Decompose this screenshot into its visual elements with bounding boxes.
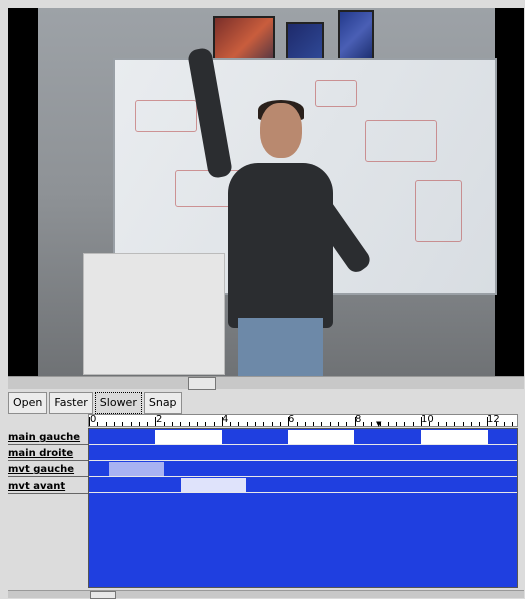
ruler-tick — [463, 422, 464, 426]
video-position-slider[interactable] — [8, 376, 524, 390]
ruler-tick — [355, 417, 356, 426]
timeline-scrollbar-thumb[interactable] — [90, 591, 116, 599]
segment-gap[interactable] — [155, 430, 222, 444]
ruler-tick — [272, 422, 273, 426]
toolbar: Open Faster Slower Snap — [8, 392, 182, 414]
track-row-mvt-avant[interactable] — [89, 477, 517, 493]
ruler-tick — [487, 417, 488, 426]
time-ruler[interactable]: 0 2 4 6 8 10 12 ▼ — [88, 414, 518, 428]
ruler-tick — [288, 417, 289, 426]
ruler-tick — [421, 417, 422, 426]
ruler-tick — [321, 422, 322, 426]
right-edge — [520, 414, 525, 590]
ruler-label-2: 2 — [156, 414, 163, 425]
ruler-tick — [164, 422, 165, 426]
ruler-tick — [438, 422, 439, 426]
video-slider-thumb[interactable] — [188, 377, 216, 390]
ruler-tick — [338, 422, 339, 426]
ruler-tick — [496, 422, 497, 426]
ruler-tick — [313, 422, 314, 426]
ruler-tick — [230, 422, 231, 426]
ruler-tick — [388, 422, 389, 426]
segment-gap[interactable] — [288, 430, 354, 444]
ruler-tick — [504, 422, 505, 426]
cabinet — [83, 253, 225, 375]
ruler-tick — [97, 422, 98, 426]
ruler-tick — [305, 422, 306, 426]
ruler-tick — [454, 422, 455, 426]
ruler-tick — [255, 422, 256, 426]
ruler-tick — [106, 422, 107, 426]
ruler-tick — [363, 422, 364, 426]
ruler-tick — [396, 422, 397, 426]
ruler-tick — [413, 422, 414, 426]
segment-highlight[interactable] — [109, 462, 164, 476]
ruler-tick — [222, 417, 223, 426]
ruler-tick — [263, 422, 264, 426]
ruler-tick — [446, 422, 447, 426]
ruler-label-12: 12 — [487, 414, 500, 425]
slower-button[interactable]: Slower — [94, 392, 142, 414]
ruler-tick — [89, 417, 90, 426]
ruler-tick — [512, 422, 513, 426]
ruler-tick — [479, 422, 480, 426]
ruler-tick — [180, 422, 181, 426]
ruler-tick — [155, 417, 156, 426]
ruler-tick — [404, 422, 405, 426]
person-head — [260, 103, 302, 158]
person-jeans — [238, 318, 323, 376]
person-torso — [228, 163, 333, 328]
ruler-label-0: 0 — [90, 414, 97, 425]
faster-button[interactable]: Faster — [49, 392, 93, 414]
ruler-tick — [147, 422, 148, 426]
snap-button[interactable]: Snap — [143, 392, 182, 414]
segment-highlight[interactable] — [181, 478, 246, 492]
annotation-tracks[interactable] — [88, 428, 518, 588]
ruler-label-10: 10 — [421, 414, 434, 425]
ruler-tick — [189, 422, 190, 426]
ruler-tick — [380, 422, 381, 426]
track-row-mvt-gauche[interactable] — [89, 461, 517, 477]
ruler-tick — [346, 422, 347, 426]
track-row-main-droite[interactable] — [89, 445, 517, 461]
wall-picture-3 — [338, 10, 374, 62]
annotation-app: Open Faster Slower Snap 0 2 4 6 8 10 12 … — [0, 0, 525, 599]
video-player[interactable] — [8, 8, 524, 376]
ruler-tick — [330, 422, 331, 426]
ruler-tick — [139, 422, 140, 426]
track-row-main-gauche[interactable] — [89, 429, 517, 445]
ruler-tick — [122, 422, 123, 426]
ruler-tick — [280, 422, 281, 426]
ruler-tick — [131, 422, 132, 426]
track-label-main-droite: main droite — [8, 448, 74, 459]
ruler-tick — [214, 422, 215, 426]
segment-gap[interactable] — [421, 430, 488, 444]
track-label-mvt-avant: mvt avant — [8, 481, 66, 492]
ruler-tick — [238, 422, 239, 426]
ruler-tick — [429, 422, 430, 426]
track-label-main-gauche: main gauche — [8, 432, 81, 443]
ruler-tick — [471, 422, 472, 426]
video-frame — [38, 8, 497, 376]
ruler-tick — [247, 422, 248, 426]
track-label-mvt-gauche: mvt gauche — [8, 464, 75, 475]
ruler-tick — [172, 422, 173, 426]
ruler-tick — [114, 422, 115, 426]
ruler-tick — [297, 422, 298, 426]
open-button[interactable]: Open — [8, 392, 48, 414]
ruler-tick — [197, 422, 198, 426]
ruler-tick — [205, 422, 206, 426]
ruler-tick — [371, 422, 372, 426]
